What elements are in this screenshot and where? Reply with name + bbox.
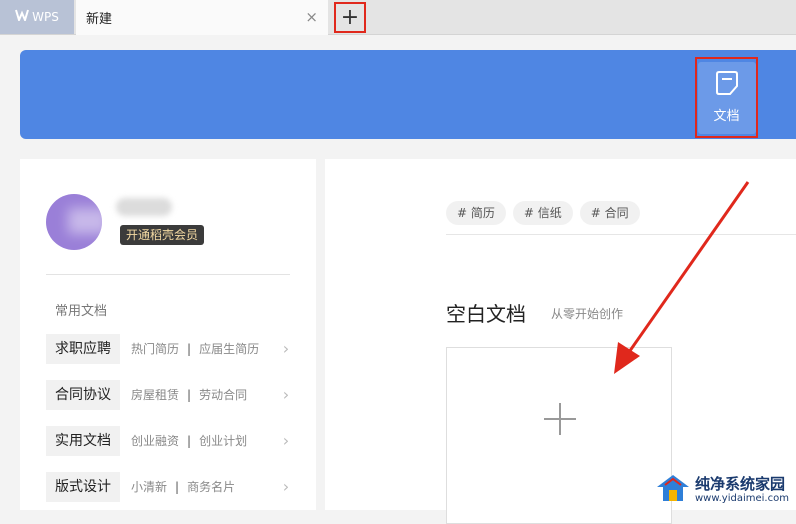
- chevron-right-icon[interactable]: ›: [276, 380, 296, 410]
- watermark-url: www.yidaimei.com: [695, 492, 789, 504]
- wps-home-tab[interactable]: WPS: [0, 0, 74, 34]
- tag-list: # 简历 # 信纸 # 合同: [446, 201, 640, 225]
- blank-document-title: 空白文档: [446, 302, 526, 326]
- category-row-layout: 版式设计 小清新 | 商务名片 ›: [46, 472, 296, 502]
- chevron-right-icon[interactable]: ›: [276, 426, 296, 456]
- category-link[interactable]: 小清新: [131, 480, 167, 494]
- main-content: # 简历 # 信纸 # 合同 空白文档 从零开始创作: [325, 159, 796, 524]
- tab-new-document[interactable]: 新建 ×: [76, 0, 328, 35]
- watermark-title: 纯净系统家园: [695, 475, 786, 494]
- watermark-logo-icon: [655, 473, 691, 507]
- category-tag[interactable]: 版式设计: [46, 472, 120, 502]
- header-banner: [20, 50, 796, 139]
- wps-tab-label: WPS: [32, 10, 59, 24]
- category-row-jobs: 求职应聘 热门简历 | 应届生简历 ›: [46, 334, 296, 364]
- tag-contract[interactable]: # 合同: [579, 201, 640, 225]
- category-link[interactable]: 劳动合同: [199, 388, 247, 402]
- wps-logo-icon: [15, 9, 30, 25]
- chevron-right-icon[interactable]: ›: [276, 472, 296, 502]
- category-tag[interactable]: 实用文档: [46, 426, 120, 456]
- document-button-label: 文档: [713, 109, 740, 124]
- vip-membership-button[interactable]: 开通稻壳会员: [120, 225, 205, 245]
- category-row-practical: 实用文档 创业融资 | 创业计划 ›: [46, 426, 296, 456]
- category-link[interactable]: 热门简历: [131, 342, 179, 356]
- document-icon: [715, 71, 738, 99]
- category-link[interactable]: 房屋租赁: [131, 388, 179, 402]
- user-sidebar: 开通稻壳会员 常用文档 求职应聘 热门简历 | 应届生简历 › 合同协议 房屋租赁 |…: [20, 159, 316, 510]
- sidebar-divider: [46, 274, 290, 275]
- blank-document-subtitle: 从零开始创作: [551, 307, 624, 321]
- link-separator: |: [187, 342, 192, 356]
- close-icon[interactable]: ×: [305, 8, 318, 26]
- category-tag[interactable]: 求职应聘: [46, 334, 120, 364]
- new-tab-button[interactable]: +: [334, 2, 366, 33]
- category-link[interactable]: 创业融资: [131, 434, 179, 448]
- chevron-right-icon[interactable]: ›: [276, 334, 296, 364]
- category-link[interactable]: 创业计划: [199, 434, 247, 448]
- blank-document-card[interactable]: [446, 347, 672, 524]
- username-redacted: [116, 198, 172, 216]
- tag-letter-paper[interactable]: # 信纸: [512, 201, 573, 225]
- tag-resume[interactable]: # 简历: [446, 201, 506, 225]
- category-link[interactable]: 应届生简历: [199, 342, 259, 356]
- site-watermark: 纯净系统家园 www.yidaimei.com: [655, 473, 789, 507]
- category-link[interactable]: 商务名片: [187, 480, 235, 494]
- link-separator: |: [175, 480, 180, 494]
- plus-icon: [544, 403, 576, 435]
- tags-divider: [446, 234, 796, 235]
- link-separator: |: [187, 434, 192, 448]
- link-separator: |: [187, 388, 192, 402]
- common-docs-heading: 常用文档: [55, 304, 108, 319]
- avatar[interactable]: [46, 194, 102, 250]
- tab-bar: WPS 新建 × +: [0, 0, 796, 35]
- new-document-button[interactable]: 文档: [695, 57, 758, 138]
- tab-title: 新建: [86, 12, 113, 27]
- category-tag[interactable]: 合同协议: [46, 380, 120, 410]
- category-row-contracts: 合同协议 房屋租赁 | 劳动合同 ›: [46, 380, 296, 410]
